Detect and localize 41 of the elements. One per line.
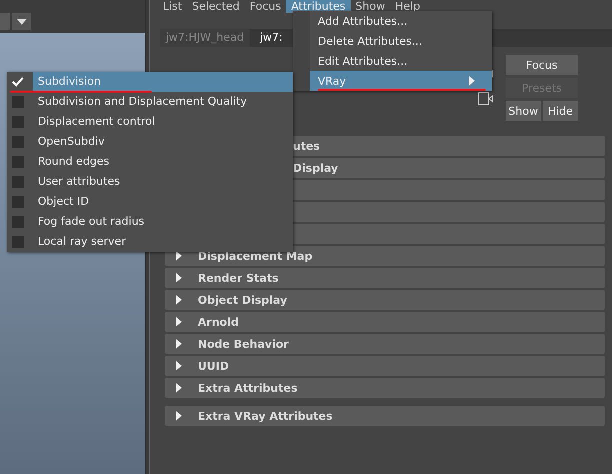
checkbox[interactable] [12,96,24,108]
button[interactable]: Hide [543,101,578,121]
menu-item[interactable]: Delete Attributes... [310,31,492,51]
section-header[interactable]: Node Behavior [165,334,605,354]
checkbox[interactable] [12,196,24,208]
section-header[interactable]: Render Stats [165,268,605,288]
tab[interactable]: jw7: [254,29,289,47]
checkbox[interactable] [12,76,24,88]
menu-item[interactable]: Object ID [33,192,293,212]
menu-item[interactable]: Focus [244,0,286,13]
menu-item[interactable]: Subdivision [33,72,293,92]
menu-item[interactable]: Fog fade out radius [33,212,293,232]
section-header[interactable]: Extra Attributes [165,378,605,398]
menu-item[interactable]: Edit Attributes... [310,51,492,71]
caret-icon [16,18,26,24]
menu-item[interactable]: Help [390,0,426,13]
checkbox[interactable] [12,176,24,188]
button[interactable]: Show [506,101,541,121]
menu-item[interactable]: VRay [310,71,492,91]
menu-item[interactable]: Selected [187,0,245,13]
section-header[interactable]: Extra VRay Attributes [165,406,605,426]
dropdown-field[interactable] [0,13,10,30]
menu-item[interactable]: Show [350,0,390,13]
dropdown-button[interactable] [12,13,31,30]
menu-item[interactable]: Add Attributes... [310,11,492,31]
button[interactable]: Focus [506,55,578,75]
section-header[interactable]: Arnold [165,312,605,332]
checkbox[interactable] [12,136,24,148]
submenu-arrow-icon [468,76,476,86]
menu-item[interactable]: List [158,0,188,13]
checkbox[interactable] [12,236,24,248]
tab[interactable]: jw7:HJW_head [160,29,250,47]
checkbox[interactable] [12,116,24,128]
checkbox[interactable] [12,216,24,228]
section-header[interactable]: UUID [165,356,605,376]
frame-arrow-icon[interactable] [478,92,494,106]
menu-item[interactable]: Subdivision and Displacement Quality [33,92,293,112]
section-header[interactable]: Displacement Map [165,246,605,266]
section-header[interactable]: Object Display [165,290,605,310]
checkbox[interactable] [12,156,24,168]
menu-item[interactable]: Displacement control [33,112,293,132]
